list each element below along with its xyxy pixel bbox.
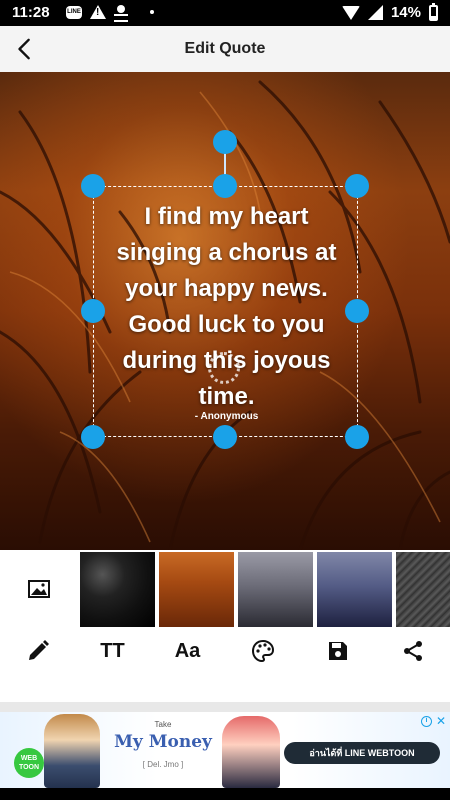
background-thumbnail[interactable] [317,552,392,627]
ad-character-image [222,716,280,788]
background-thumbnail[interactable] [396,552,450,627]
background-thumbnail[interactable] [80,552,155,627]
ad-divider [0,702,450,712]
ad-title: My Money [114,732,212,752]
save-button[interactable] [300,628,375,674]
quote-line: singing a chorus at [116,239,337,266]
resize-handle-top-left[interactable] [81,174,105,198]
editing-toolbar: TT Aa [0,628,450,674]
arrow-back-icon [18,38,30,60]
system-nav-bar [0,788,450,800]
edit-text-button[interactable] [0,628,75,674]
signal-icon [367,5,383,20]
webtoon-badge: WEB TOON [14,748,44,778]
image-icon [28,580,50,598]
line-app-icon: LINE [66,5,82,19]
resize-handle-bottom-right[interactable] [345,425,369,449]
gallery-button[interactable] [0,550,78,628]
quote-line: your happy news. [125,275,328,302]
account-icon [114,5,128,22]
rotate-handle[interactable] [213,130,237,154]
quote-line: time. [198,383,255,410]
share-button[interactable] [375,628,450,674]
ad-small-text: Take [154,720,172,729]
battery-icon [429,2,438,21]
warning-icon [90,5,106,19]
status-time: 11:28 [12,4,50,21]
resize-handle-top[interactable] [213,174,237,198]
ad-banner[interactable]: WEB TOON Take My Money [ Del. Jmo ] อ่าน… [0,712,450,788]
status-indicators: 14% [341,2,438,21]
resize-handle-bottom-left[interactable] [81,425,105,449]
quote-canvas[interactable]: I find my heart singing a chorus at your… [0,72,450,550]
background-picker [0,550,450,628]
ad-cta-button[interactable]: อ่านได้ที่ LINE WEBTOON [284,742,440,764]
edit-pencil-icon [28,640,49,660]
ad-close-icon[interactable]: ✕ [436,714,446,728]
text-size-icon: TT [100,639,125,662]
resize-handle-bottom[interactable] [213,425,237,449]
background-thumbnail[interactable] [238,552,313,627]
font-icon: Aa [174,639,201,662]
ad-subtitle: [ Del. Jmo ] [142,760,184,769]
app-bar: Edit Quote [0,26,450,72]
ad-character-image [44,714,100,788]
quote-author[interactable]: - Anonymous [94,411,359,422]
battery-percent: 14% [390,4,421,21]
status-bar: 11:28 LINE 14% [0,0,450,26]
ad-info-icon[interactable]: i [421,716,432,727]
loading-spinner [208,352,240,384]
palette-icon [251,639,274,663]
quote-line: I find my heart [144,203,309,230]
quote-line: Good luck to you [128,311,325,338]
text-size-button[interactable]: TT [75,628,150,674]
resize-handle-right[interactable] [345,299,369,323]
color-button[interactable] [225,628,300,674]
resize-handle-top-right[interactable] [345,174,369,198]
wifi-icon [341,5,360,20]
more-notifications-dot-icon [150,10,154,14]
background-thumbnail[interactable] [159,552,234,627]
quote-selection-box[interactable]: I find my heart singing a chorus at your… [93,186,358,437]
resize-handle-left[interactable] [81,299,105,323]
toolbar-spacer [0,674,450,702]
notification-icons: LINE [66,5,154,22]
share-icon [403,641,422,661]
page-title: Edit Quote [184,40,266,57]
back-button[interactable] [8,32,42,66]
save-icon [328,642,347,660]
font-button[interactable]: Aa [150,628,225,674]
